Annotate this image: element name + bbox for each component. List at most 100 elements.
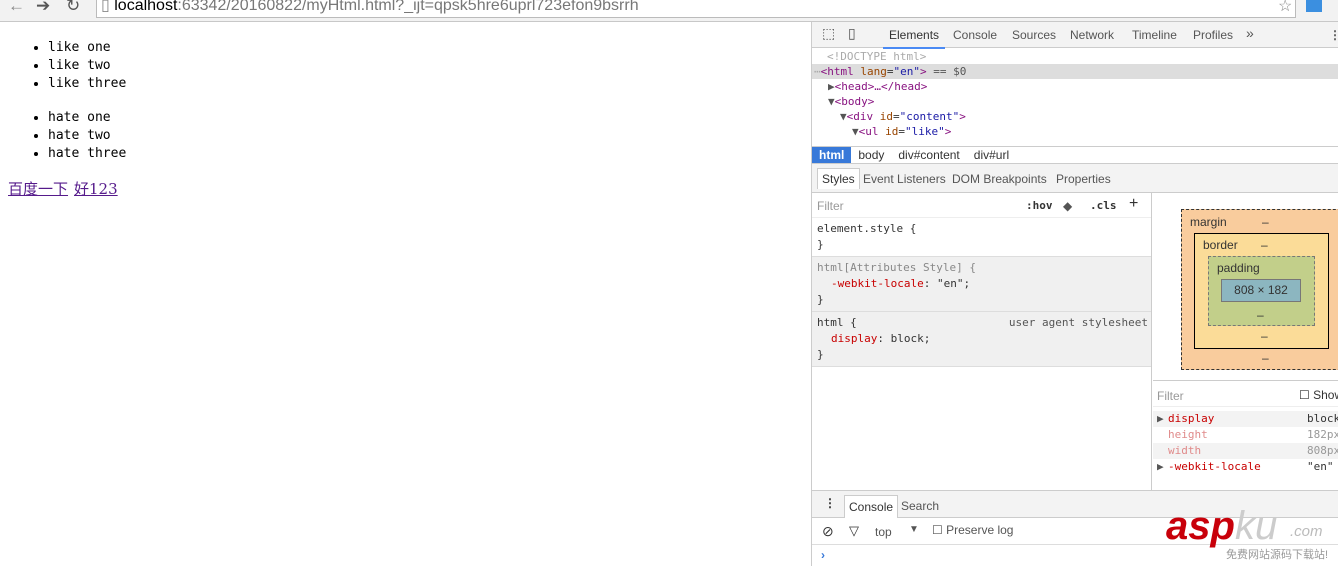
page-icon: ▯	[101, 0, 115, 14]
box-padding[interactable]: padding – 808 × 182	[1208, 256, 1315, 326]
style-rule-element: element.style {}	[812, 218, 1151, 257]
filter-placeholder: Filter	[817, 199, 844, 213]
dom-doctype[interactable]: <!DOCTYPE html>	[812, 49, 1338, 64]
styles-pane: Filter :hov ◆ .cls + element.style {} ht…	[812, 193, 1152, 490]
reload-icon[interactable]: ↻	[66, 0, 80, 16]
margin-top-value: –	[1262, 215, 1269, 229]
filter-icon[interactable]: ▽	[849, 523, 859, 539]
list-item: hate three	[48, 145, 126, 163]
styles-tabbar: Styles Event Listeners DOM Breakpoints P…	[812, 164, 1338, 193]
tab-sources[interactable]: Sources	[1012, 28, 1056, 42]
computed-pane: Filter ☐ Show all ▶displayblock height18…	[1153, 381, 1338, 490]
forward-icon[interactable]: ➔	[36, 0, 50, 16]
watermark-tld: .com	[1290, 523, 1323, 540]
drawer-tab-console[interactable]: Console	[844, 495, 899, 518]
show-all-label: Show all	[1313, 388, 1338, 402]
new-rule-button[interactable]: +	[1129, 195, 1138, 213]
dom-tree: <!DOCTYPE html> ⋯<html lang="en"> == $0 …	[812, 49, 1338, 146]
context-select[interactable]: top	[875, 525, 892, 539]
computed-property[interactable]: height 182px	[1153, 427, 1338, 443]
hate-list: hate one hate two hate three	[48, 109, 126, 163]
url-host: localhost	[114, 0, 178, 14]
padding-bottom-value: –	[1257, 308, 1264, 322]
cls-button[interactable]: .cls	[1090, 199, 1117, 212]
padding-label: padding	[1217, 261, 1260, 275]
back-icon[interactable]: ←	[8, 0, 25, 16]
border-top-value: –	[1261, 238, 1268, 252]
list-item: like two	[48, 57, 126, 75]
rule-selector: html[Attributes Style] {	[817, 261, 976, 274]
breadcrumb-div-url[interactable]: div#url	[967, 147, 1016, 163]
tab-console[interactable]: Console	[953, 28, 997, 42]
dom-node-html-selected[interactable]: ⋯<html lang="en"> == $0	[812, 64, 1338, 79]
hao123-link[interactable]: 好123	[74, 180, 118, 198]
computed-property[interactable]: ▶ -webkit-locale "en"	[1153, 459, 1338, 475]
more-tabs-icon[interactable]: »	[1246, 25, 1254, 41]
style-property[interactable]: -webkit-locale: "en";	[817, 276, 1146, 292]
tab-event-listeners[interactable]: Event Listeners	[863, 172, 946, 186]
style-rule-attributes: html[Attributes Style] { -webkit-locale: …	[812, 257, 1151, 312]
star-icon[interactable]: ☆	[1278, 0, 1292, 16]
margin-bottom-value: –	[1262, 351, 1269, 365]
device-icon[interactable]: ▯	[848, 25, 856, 42]
style-rule-html: html {user agent stylesheet display: bloc…	[812, 312, 1151, 367]
browser-toolbar: ← ➔ ↻ ▯ localhost:63342/20160822/myHtml.…	[0, 0, 1338, 22]
url-links: 百度一下 好123	[8, 178, 124, 199]
hov-button[interactable]: :hov	[1026, 199, 1053, 212]
box-model: margin – – border – – padding – 808 × 18…	[1153, 193, 1338, 381]
filter-placeholder: Filter	[1157, 389, 1184, 403]
list-item: hate one	[48, 109, 126, 127]
tab-profiles[interactable]: Profiles	[1193, 28, 1233, 42]
computed-filter-input[interactable]: Filter ☐ Show all	[1153, 381, 1338, 407]
rule-source[interactable]: user agent stylesheet	[1009, 315, 1148, 331]
list-item: like three	[48, 75, 126, 93]
drawer-tab-search[interactable]: Search	[901, 499, 939, 513]
watermark-slogan: 免费网站源码下载站!	[1226, 549, 1329, 561]
devtools-tabbar: ⬚ ▯ Elements Console Sources Network Tim…	[812, 22, 1338, 49]
tab-dom-breakpoints[interactable]: DOM Breakpoints	[952, 172, 1047, 186]
border-bottom-value: –	[1261, 329, 1268, 343]
breadcrumb-html[interactable]: html	[812, 147, 852, 163]
url-path: :63342/20160822/myHtml.html?_ijt=qpsk5hr…	[177, 0, 639, 14]
dom-node-ul-like[interactable]: ▼<ul id="like">	[812, 124, 1338, 139]
tab-styles[interactable]: Styles	[817, 168, 860, 189]
styles-filter-input[interactable]: Filter :hov ◆ .cls +	[812, 193, 1151, 218]
computed-property[interactable]: width 808px	[1153, 443, 1338, 459]
list-item: hate two	[48, 127, 126, 145]
preserve-log-checkbox[interactable]: ☐ Preserve log	[932, 523, 1013, 537]
breadcrumb-body[interactable]: body	[851, 147, 891, 163]
border-label: border	[1203, 238, 1238, 252]
tab-properties[interactable]: Properties	[1056, 172, 1111, 186]
baidu-link[interactable]: 百度一下	[8, 180, 68, 198]
devtools: ⬚ ▯ Elements Console Sources Network Tim…	[811, 22, 1338, 566]
box-margin[interactable]: margin – – border – – padding – 808 × 18…	[1181, 209, 1338, 370]
list-item: like one	[48, 39, 126, 57]
dom-node-head[interactable]: ▶<head>…</head>	[812, 79, 1338, 94]
show-all-checkbox[interactable]: ☐ Show all	[1299, 388, 1338, 402]
color-format-icon[interactable]: ◆	[1063, 199, 1072, 213]
menu-icon[interactable]: ⋮	[1329, 28, 1338, 42]
watermark-logo: aspku .com 免费网站源码下载站!	[1166, 504, 1338, 566]
box-border[interactable]: border – – padding – 808 × 182	[1194, 233, 1329, 349]
drawer-menu-icon[interactable]: ⋮	[824, 496, 836, 510]
computed-property[interactable]: ▶ display block	[1153, 411, 1338, 427]
extension-icon[interactable]	[1306, 0, 1322, 12]
clear-console-icon[interactable]: ⊘	[822, 523, 834, 540]
tab-timeline[interactable]: Timeline	[1132, 28, 1177, 42]
style-property: display: block;	[831, 332, 931, 345]
dom-node-div-content[interactable]: ▼<div id="content">	[812, 109, 1338, 124]
margin-label: margin	[1190, 215, 1227, 229]
context-dropdown-icon[interactable]: ▼	[909, 524, 919, 535]
dom-node-body[interactable]: ▼<body>	[812, 94, 1338, 109]
tab-elements[interactable]: Elements	[883, 28, 946, 49]
address-bar[interactable]: ▯ localhost:63342/20160822/myHtml.html?_…	[96, 0, 1296, 18]
rule-close: }	[817, 348, 824, 361]
rule-close: }	[817, 238, 824, 251]
watermark-brand: aspku	[1166, 504, 1278, 548]
rule-selector[interactable]: element.style {	[817, 221, 1146, 237]
box-content[interactable]: 808 × 182	[1221, 279, 1301, 302]
breadcrumb-div-content[interactable]: div#content	[891, 147, 966, 163]
inspect-icon[interactable]: ⬚	[822, 25, 835, 42]
tab-network[interactable]: Network	[1070, 28, 1114, 42]
breadcrumb: html body div#content div#url	[812, 146, 1338, 164]
